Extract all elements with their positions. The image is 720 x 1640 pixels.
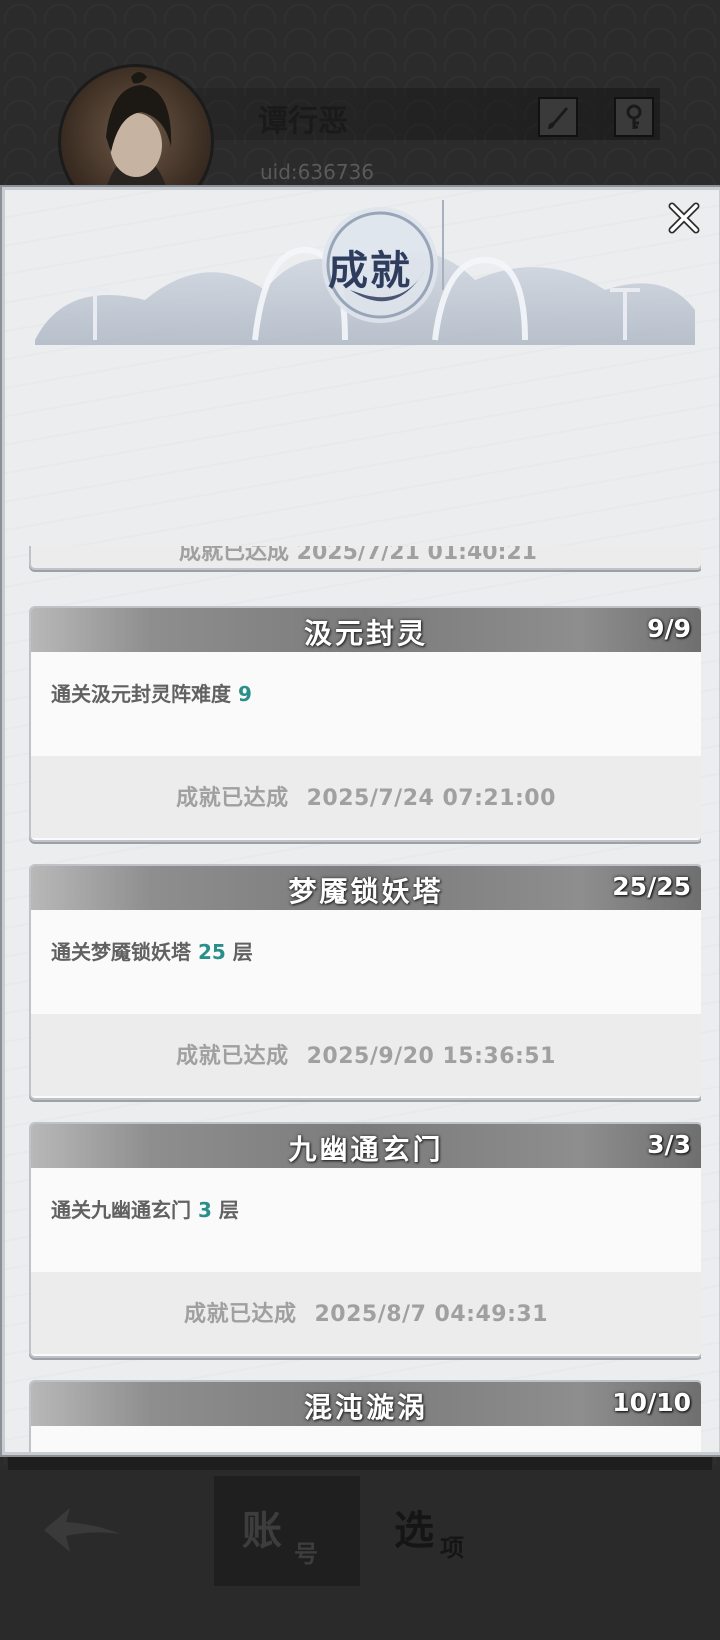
achievement-list[interactable]: 成就已达成 2025/7/21 01:40:21 汲元封灵 9/9 通关汲元封灵阵难…	[29, 546, 701, 1455]
desc-suffix: 层	[211, 1198, 239, 1222]
status-time: 2025/8/7 04:49:31	[314, 1302, 549, 1327]
tab-options-label-small: 项	[440, 1534, 464, 1562]
partial-status: 成就已达成 2025/7/21 01:40:21	[179, 546, 537, 565]
card-progress: 3/3	[647, 1130, 691, 1159]
status-label: 成就已达成	[176, 786, 289, 811]
close-button[interactable]	[666, 200, 702, 236]
profile-uid: uid:636736	[260, 160, 375, 184]
card-title: 梦魇锁妖塔	[288, 875, 444, 908]
card-description: 通关汲元封灵阵难度 9	[51, 678, 252, 707]
card-header: 混沌漩涡 10/10	[31, 1382, 701, 1426]
brush-icon	[548, 107, 568, 129]
card-status: 成就已达成 2025/7/24 07:21:00	[31, 780, 701, 812]
desc-value: 9	[237, 682, 252, 706]
card-title: 混沌漩涡	[303, 1391, 428, 1424]
edit-brush-button[interactable]	[538, 97, 578, 137]
desc-value: 3	[197, 1198, 212, 1222]
back-button[interactable]	[36, 1500, 126, 1560]
key-button[interactable]	[614, 97, 654, 137]
desc-suffix: 层	[225, 940, 253, 964]
card-footer: 成就已达成 2025/7/24 07:21:00	[31, 756, 701, 838]
card-description: 通关混沌漩涡波次 10	[51, 1452, 246, 1455]
profile-name-bar	[180, 88, 660, 140]
status-label: 成就已达成	[183, 1302, 297, 1327]
key-icon	[626, 104, 642, 129]
desc-value: 25	[197, 940, 226, 964]
card-header: 梦魇锁妖塔 25/25	[31, 866, 701, 910]
achievements-modal: 成就已达成 2025/7/21 01:40:21 汲元封灵 9/9 通关汲元封灵阵难…	[2, 187, 720, 1455]
tab-options-label: 选	[394, 1508, 434, 1554]
modal-title: 成就	[328, 247, 412, 294]
card-footer: 成就已达成 2025/8/7 04:49:31	[31, 1272, 701, 1354]
back-arrow-icon	[44, 1508, 120, 1552]
tab-options[interactable]: 选 项	[392, 1476, 512, 1586]
achievement-card: 混沌漩涡10/10通关混沌漩涡波次 10成就已达成2025/9/4 13:40:…	[29, 1380, 701, 1455]
card-progress: 9/9	[647, 614, 691, 643]
tab-account[interactable]: 账 号	[214, 1476, 360, 1586]
card-description: 通关九幽通玄门 3 层	[51, 1194, 239, 1223]
card-status: 成就已达成 2025/9/20 15:36:51	[31, 1038, 701, 1070]
card-header: 九幽通玄门 3/3	[31, 1124, 701, 1168]
status-label: 成就已达成	[176, 1044, 289, 1069]
achievement-card: 梦魇锁妖塔 25/25 通关梦魇锁妖塔 25 层成就已达成 2025/9/20 15:…	[29, 864, 701, 1100]
card-description: 通关梦魇锁妖塔 25 层	[51, 936, 253, 965]
tab-account-label-small: 号	[294, 1540, 318, 1568]
card-title: 汲元封灵	[303, 617, 428, 650]
tab-account-label: 账	[242, 1508, 282, 1554]
card-status: 成就已达成 2025/8/7 04:49:31	[31, 1296, 701, 1328]
card-progress: 10/10	[612, 1388, 691, 1417]
desc-prefix: 通关汲元封灵阵难度	[51, 682, 238, 706]
status-time: 2025/7/24 07:21:00	[306, 786, 556, 811]
card-header: 汲元封灵 9/9	[31, 608, 701, 652]
card-footer: 成就已达成 2025/9/20 15:36:51	[31, 1014, 701, 1096]
profile-name: 谭行恶	[258, 104, 348, 139]
card-title: 九幽通玄门	[288, 1133, 444, 1166]
desc-prefix: 通关梦魇锁妖塔	[51, 940, 198, 964]
card-progress: 25/25	[612, 872, 691, 901]
desc-prefix: 通关九幽通玄门	[51, 1198, 198, 1222]
achievement-card: 汲元封灵 9/9 通关汲元封灵阵难度 9 成就已达成 2025/7/24 07:21:0…	[29, 606, 701, 842]
status-time: 2025/9/20 15:36:51	[306, 1044, 556, 1069]
close-icon	[668, 202, 700, 234]
achievement-card: 九幽通玄门 3/3 通关九幽通玄门 3 层成就已达成 2025/8/7 04:49:3…	[29, 1122, 701, 1358]
